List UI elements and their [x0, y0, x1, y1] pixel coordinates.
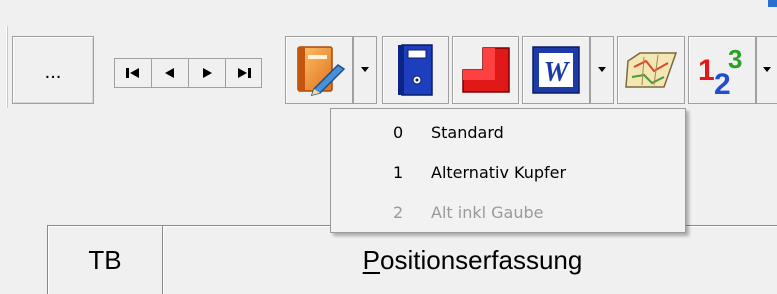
table-header: TB Positionserfassung	[47, 225, 777, 294]
word-document-dropdown-button[interactable]	[590, 36, 614, 104]
column-header-positionserfassung-label: Positionserfassung	[363, 245, 583, 276]
word-document-button[interactable]: W	[522, 36, 590, 104]
previous-record-icon	[165, 68, 174, 78]
map-button[interactable]	[617, 36, 685, 104]
title-accent	[768, 0, 777, 7]
record-navigator	[114, 58, 262, 88]
binder-button[interactable]	[382, 36, 449, 104]
edit-book-icon	[297, 46, 346, 97]
first-record-icon	[126, 68, 139, 78]
menu-item-number: 2	[393, 203, 404, 222]
mnemonic-letter: P	[362, 245, 380, 275]
dropdown-menu: 0 Standard 1 Alternativ Kupfer 2 Alt ink…	[330, 108, 686, 233]
menu-item-number: 0	[393, 123, 404, 142]
numbering-123-icon: 1 2 3	[698, 44, 742, 98]
next-record-icon	[203, 68, 212, 78]
edit-book-dropdown-button[interactable]	[353, 36, 377, 104]
edit-book-button[interactable]	[285, 36, 353, 104]
toolbar-edge	[0, 26, 7, 108]
map-icon	[625, 52, 678, 88]
svg-text:3: 3	[728, 44, 742, 74]
last-record-button[interactable]	[225, 58, 262, 88]
menu-item-label: Alternativ Kupfer	[431, 163, 567, 182]
first-record-button[interactable]	[114, 58, 151, 88]
column-header-tb[interactable]: TB	[47, 225, 163, 294]
svg-text:1: 1	[698, 54, 715, 87]
previous-record-button[interactable]	[151, 58, 188, 88]
chevron-down-icon	[763, 67, 771, 72]
menu-item-standard[interactable]: 0 Standard	[331, 113, 685, 149]
corner-shape-button[interactable]	[452, 36, 519, 104]
menu-item-alt-inkl-gaube: 2 Alt inkl Gaube	[331, 193, 685, 229]
column-header-positionserfassung[interactable]: Positionserfassung	[163, 225, 777, 294]
svg-text:W: W	[544, 57, 571, 88]
menu-item-label: Standard	[431, 123, 504, 142]
application-window: ... W 1 2 3 TB Positionserfassung 0 Stan…	[0, 0, 777, 294]
numbering-button[interactable]: 1 2 3	[688, 36, 756, 104]
chevron-down-icon	[598, 67, 606, 72]
menu-item-label: Alt inkl Gaube	[431, 203, 544, 222]
chevron-down-icon	[361, 67, 369, 72]
ellipsis-button[interactable]: ...	[12, 36, 94, 104]
ellipsis-label: ...	[44, 60, 62, 83]
menu-item-number: 1	[393, 163, 404, 182]
next-record-button[interactable]	[188, 58, 225, 88]
label-rest: ositionserfassung	[380, 245, 583, 275]
numbering-dropdown-button[interactable]	[756, 36, 777, 104]
column-header-tb-label: TB	[88, 245, 122, 275]
word-document-icon: W	[532, 46, 580, 94]
corner-shape-icon	[461, 47, 510, 93]
menu-item-alternativ-kupfer[interactable]: 1 Alternativ Kupfer	[331, 153, 685, 189]
last-record-icon	[237, 68, 251, 78]
binder-icon	[397, 44, 433, 96]
